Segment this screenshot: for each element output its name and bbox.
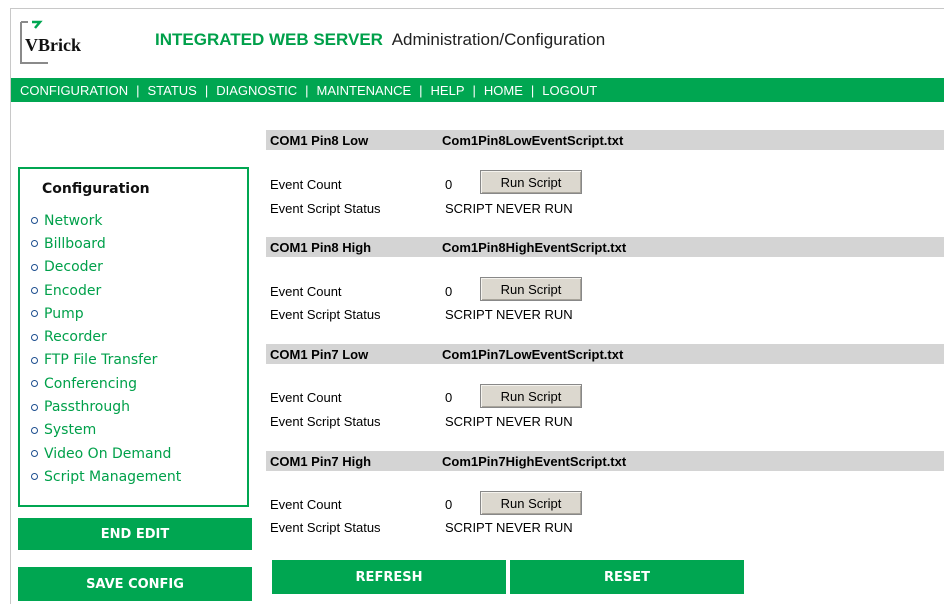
event-script-file: Com1Pin7HighEventScript.txt xyxy=(442,454,627,469)
sidebar-item-encoder[interactable]: Encoder xyxy=(31,279,181,302)
nav-maintenance[interactable]: MAINTENANCE xyxy=(317,83,412,98)
sidebar-item-label: FTP File Transfer xyxy=(44,352,158,369)
sidebar-menu: Configuration Network Billboard Decoder … xyxy=(18,167,249,507)
sidebar-item-label: Video On Demand xyxy=(44,445,172,462)
sidebar-item-billboard[interactable]: Billboard xyxy=(31,232,181,255)
bullet-icon xyxy=(31,310,38,318)
event-pin-name: COM1 Pin8 Low xyxy=(270,133,369,148)
sidebar-item-script-management[interactable]: Script Management xyxy=(31,465,181,488)
nav-separator: | xyxy=(204,82,209,98)
page-header: INTEGRATED WEB SERVER Administration/Con… xyxy=(155,30,605,50)
nav-home[interactable]: HOME xyxy=(484,83,523,98)
nav-separator: | xyxy=(530,82,535,98)
bullet-icon xyxy=(31,473,38,481)
event-count-label: Event Count xyxy=(270,390,342,405)
sidebar-item-label: Passthrough xyxy=(44,399,130,416)
event-header-com1-pin7-high: COM1 Pin7 High Com1Pin7HighEventScript.t… xyxy=(266,451,944,471)
sidebar-item-label: Recorder xyxy=(44,329,107,346)
bullet-icon xyxy=(31,403,38,411)
run-script-button[interactable]: Run Script xyxy=(480,170,582,194)
sidebar-title: Configuration xyxy=(42,181,150,197)
sidebar-item-decoder[interactable]: Decoder xyxy=(31,256,181,279)
sidebar-item-label: Script Management xyxy=(44,468,182,485)
sidebar-item-label: Encoder xyxy=(44,282,102,299)
run-script-button[interactable]: Run Script xyxy=(480,277,582,301)
bullet-icon xyxy=(31,426,38,434)
sidebar-item-label: Billboard xyxy=(44,235,106,252)
event-script-file: Com1Pin8HighEventScript.txt xyxy=(442,240,627,255)
event-count-value: 0 xyxy=(445,390,453,405)
event-script-file: Com1Pin7LowEventScript.txt xyxy=(442,347,624,362)
sidebar-item-label: System xyxy=(44,422,97,439)
event-script-status-label: Event Script Status xyxy=(270,307,381,322)
event-header-com1-pin8-low: COM1 Pin8 Low Com1Pin8LowEventScript.txt xyxy=(266,130,944,150)
bullet-icon xyxy=(31,240,38,248)
vbrick-logo: VBrick xyxy=(18,18,86,68)
page-subtitle: Administration/Configuration xyxy=(391,30,606,49)
run-script-button[interactable]: Run Script xyxy=(480,491,582,515)
bullet-icon xyxy=(31,263,38,271)
sidebar-item-network[interactable]: Network xyxy=(31,209,181,232)
event-header-com1-pin7-low: COM1 Pin7 Low Com1Pin7LowEventScript.txt xyxy=(266,344,944,364)
refresh-button[interactable]: REFRESH xyxy=(272,560,506,594)
nav-separator: | xyxy=(305,82,309,98)
save-config-button[interactable]: SAVE CONFIG xyxy=(18,567,252,601)
nav-diagnostic[interactable]: DIAGNOSTIC xyxy=(216,83,297,98)
event-script-status-value: SCRIPT NEVER RUN xyxy=(445,520,573,535)
end-edit-button[interactable]: END EDIT xyxy=(18,518,252,550)
sidebar-item-pump[interactable]: Pump xyxy=(31,302,181,325)
bullet-icon xyxy=(31,356,38,364)
event-count-value: 0 xyxy=(445,177,453,192)
sidebar-item-system[interactable]: System xyxy=(31,419,181,442)
event-count-label: Event Count xyxy=(270,177,342,192)
nav-configuration[interactable]: CONFIGURATION xyxy=(20,83,128,98)
sidebar-item-ftp-file-transfer[interactable]: FTP File Transfer xyxy=(31,349,181,372)
event-count-value: 0 xyxy=(445,284,453,299)
nav-help[interactable]: HELP xyxy=(431,83,465,98)
bullet-icon xyxy=(31,450,38,458)
nav-separator: | xyxy=(472,82,476,98)
nav-separator: | xyxy=(419,82,423,98)
sidebar-item-label: Pump xyxy=(44,305,84,322)
top-border xyxy=(10,8,944,9)
reset-button[interactable]: RESET xyxy=(510,560,744,594)
bullet-icon xyxy=(31,287,38,295)
nav-logout[interactable]: LOGOUT xyxy=(542,83,597,98)
event-count-value: 0 xyxy=(445,497,453,512)
sidebar-item-label: Network xyxy=(44,212,103,229)
event-script-status-value: SCRIPT NEVER RUN xyxy=(445,201,573,216)
event-script-file: Com1Pin8LowEventScript.txt xyxy=(442,133,624,148)
sidebar-list: Network Billboard Decoder Encoder Pump R… xyxy=(31,209,181,489)
event-pin-name: COM1 Pin7 High xyxy=(270,454,372,469)
sidebar-item-label: Conferencing xyxy=(44,375,138,392)
event-script-status-label: Event Script Status xyxy=(270,520,381,535)
nav-status[interactable]: STATUS xyxy=(147,83,196,98)
event-script-status-label: Event Script Status xyxy=(270,414,381,429)
logo-text: VBrick xyxy=(25,35,81,55)
sidebar-item-passthrough[interactable]: Passthrough xyxy=(31,395,181,418)
event-script-status-value: SCRIPT NEVER RUN xyxy=(445,414,573,429)
sidebar-item-video-on-demand[interactable]: Video On Demand xyxy=(31,442,181,465)
brand-title: INTEGRATED WEB SERVER xyxy=(155,30,383,49)
event-header-com1-pin8-high: COM1 Pin8 High Com1Pin8HighEventScript.t… xyxy=(266,237,944,257)
nav-separator: | xyxy=(136,82,140,98)
sidebar-item-label: Decoder xyxy=(44,259,103,276)
bullet-icon xyxy=(31,333,38,341)
event-pin-name: COM1 Pin7 Low xyxy=(270,347,369,362)
sidebar-item-recorder[interactable]: Recorder xyxy=(31,325,181,348)
event-count-label: Event Count xyxy=(270,497,342,512)
sidebar-item-conferencing[interactable]: Conferencing xyxy=(31,372,181,395)
event-count-label: Event Count xyxy=(270,284,342,299)
bullet-icon xyxy=(31,380,38,388)
run-script-button[interactable]: Run Script xyxy=(480,384,582,408)
main-nav: CONFIGURATION | STATUS | DIAGNOSTIC | MA… xyxy=(11,78,944,102)
bullet-icon xyxy=(31,217,38,225)
event-script-status-value: SCRIPT NEVER RUN xyxy=(445,307,573,322)
event-pin-name: COM1 Pin8 High xyxy=(270,240,372,255)
event-script-status-label: Event Script Status xyxy=(270,201,381,216)
